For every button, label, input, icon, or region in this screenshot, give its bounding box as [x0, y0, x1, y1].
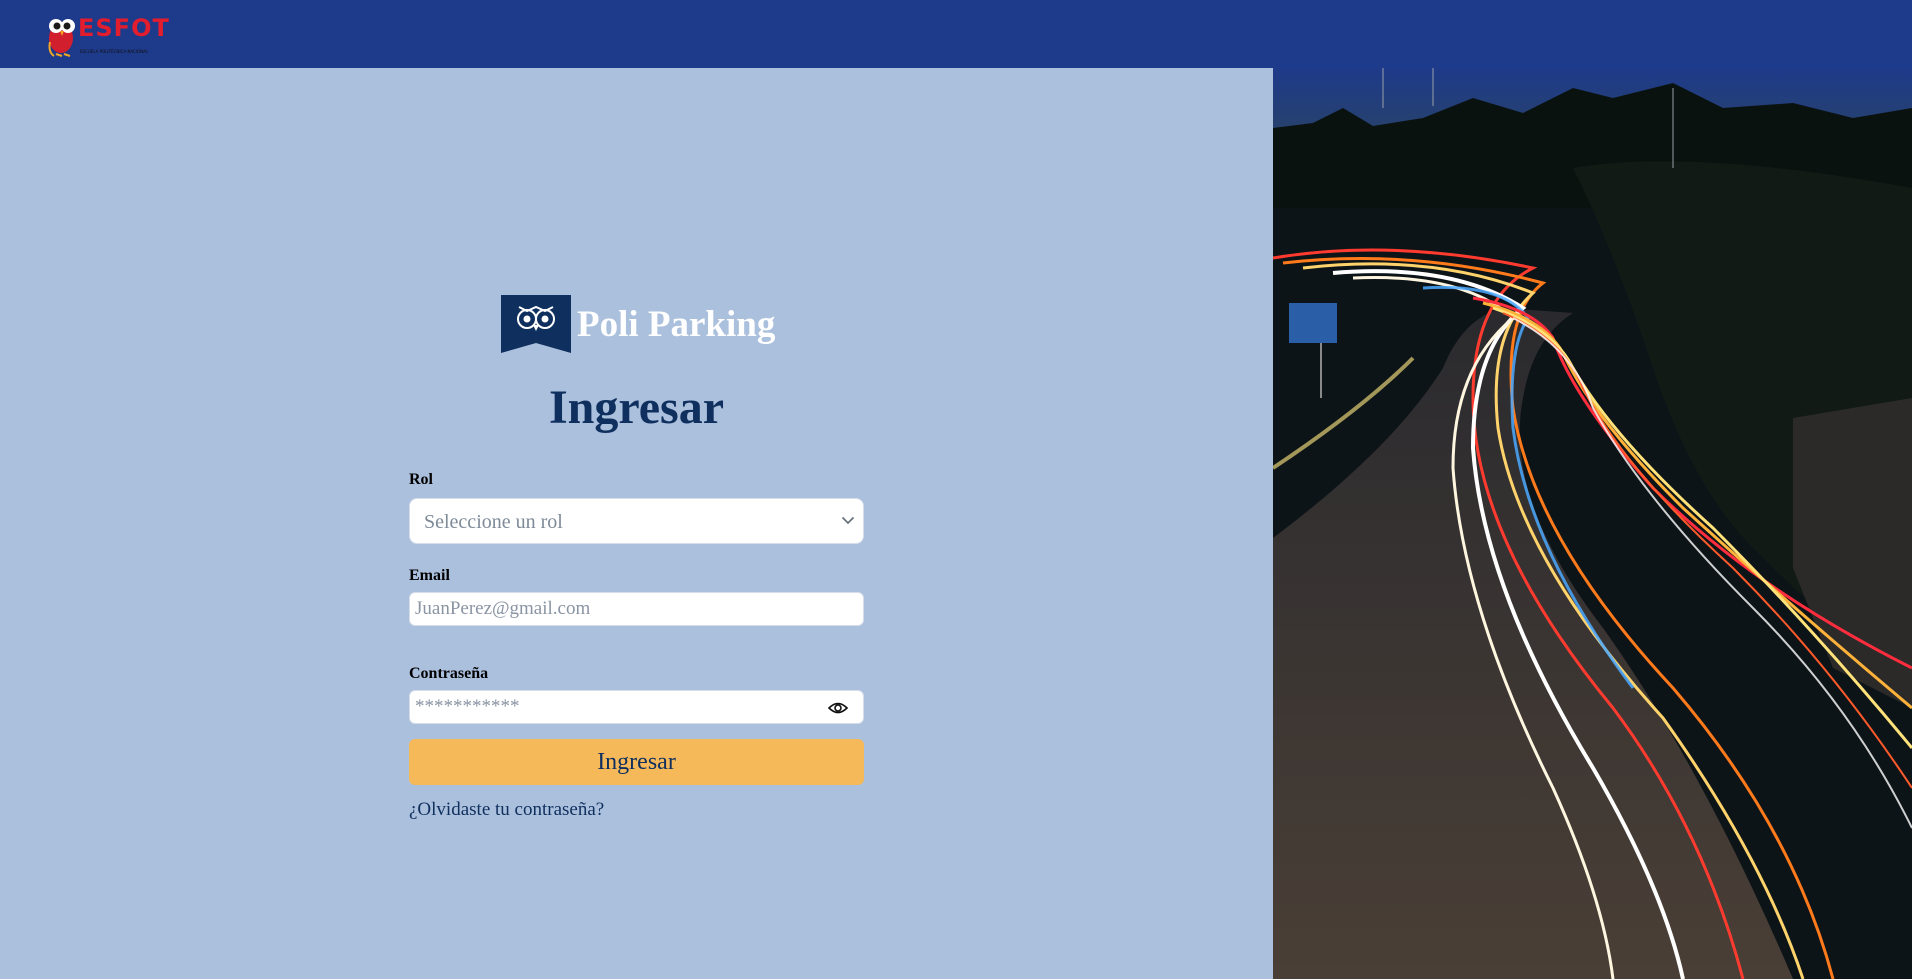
submit-button[interactable]: Ingresar: [409, 739, 864, 785]
email-field[interactable]: [409, 592, 864, 626]
brand: Poli Parking: [501, 294, 775, 354]
esfot-logo[interactable]: ESFOT ESCUELA POLITÉCNICA NACIONAL: [46, 12, 169, 58]
esfot-logo-text: ESFOT: [78, 14, 170, 42]
role-select[interactable]: Seleccione un rol: [409, 498, 864, 544]
esfot-owl-icon: [48, 19, 75, 57]
page-title: Ingresar: [548, 381, 725, 434]
forgot-password-link[interactable]: ¿Olvidaste tu contraseña?: [409, 798, 604, 822]
email-label: Email: [409, 567, 450, 584]
owl-badge-icon: [501, 295, 571, 353]
hero-photo: [1273, 68, 1912, 979]
brand-name: Poli Parking: [577, 303, 776, 345]
password-field[interactable]: [409, 690, 864, 724]
esfot-logo-subtitle: ESCUELA POLITÉCNICA NACIONAL: [80, 49, 149, 54]
chevron-down-icon: [842, 517, 854, 525]
top-header: ESFOT ESCUELA POLITÉCNICA NACIONAL: [0, 0, 1912, 68]
role-label: Rol: [409, 471, 433, 488]
role-select-value: Seleccione un rol: [424, 511, 563, 533]
eye-icon[interactable]: [828, 700, 848, 716]
password-label: Contraseña: [409, 665, 489, 682]
